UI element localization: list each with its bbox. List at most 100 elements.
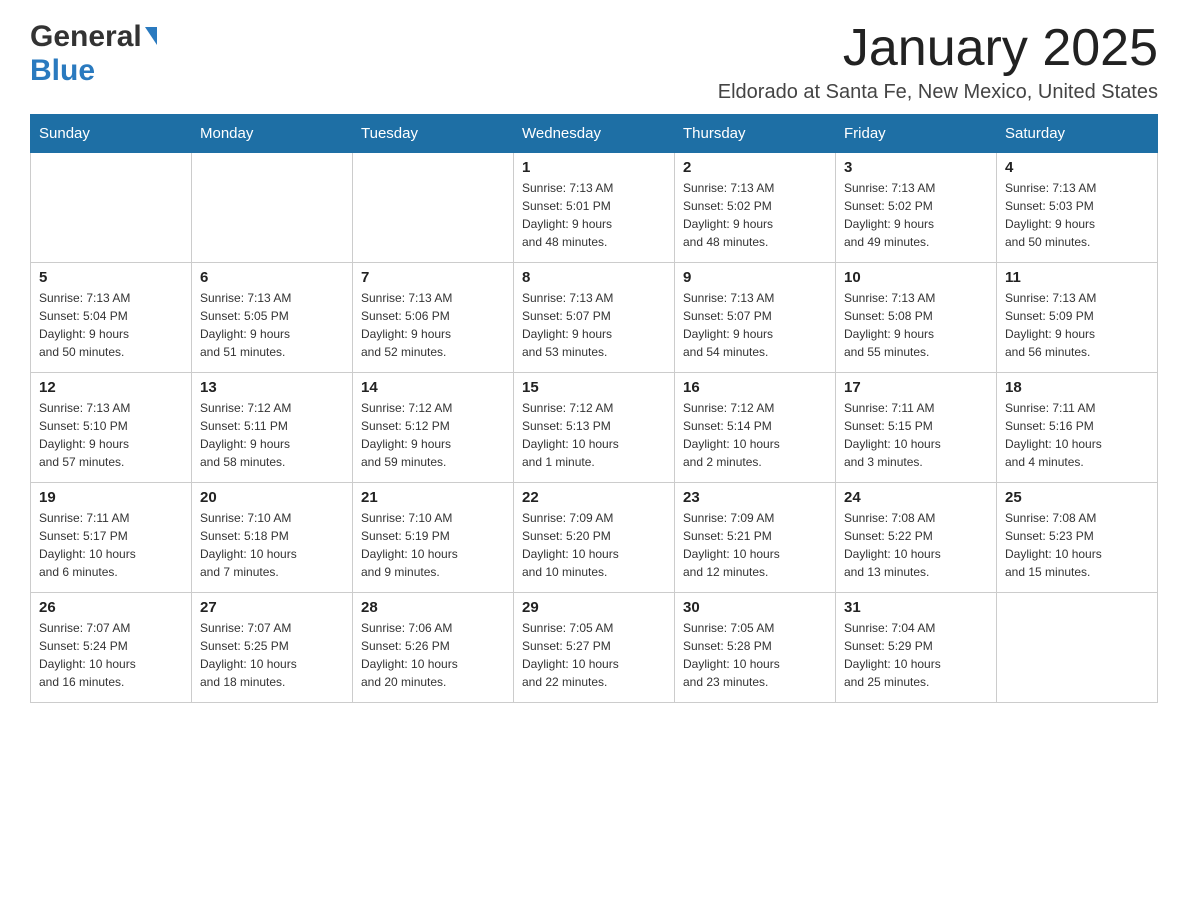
- day-number: 25: [1005, 489, 1149, 506]
- day-number: 29: [522, 599, 666, 616]
- day-info: Sunrise: 7:05 AM Sunset: 5:28 PM Dayligh…: [683, 619, 827, 691]
- day-info: Sunrise: 7:13 AM Sunset: 5:06 PM Dayligh…: [361, 289, 505, 361]
- day-number: 26: [39, 599, 183, 616]
- calendar-cell: 15 Sunrise: 7:12 AM Sunset: 5:13 PM Dayli…: [514, 373, 675, 483]
- day-number: 19: [39, 489, 183, 506]
- day-info: Sunrise: 7:04 AM Sunset: 5:29 PM Dayligh…: [844, 619, 988, 691]
- month-title: January 2025: [718, 20, 1158, 77]
- calendar-week-row: 5 Sunrise: 7:13 AM Sunset: 5:04 PM Daylig…: [31, 263, 1158, 373]
- calendar-cell: 8Sunrise: 7:13 AM Sunset: 5:07 PM Daylig…: [514, 263, 675, 373]
- day-info: Sunrise: 7:12 AM Sunset: 5:12 PM Dayligh…: [361, 399, 505, 471]
- day-info: Sunrise: 7:13 AM Sunset: 5:04 PM Dayligh…: [39, 289, 183, 361]
- calendar-cell: 12 Sunrise: 7:13 AM Sunset: 5:10 PM Dayli…: [31, 373, 192, 483]
- day-info: Sunrise: 7:12 AM Sunset: 5:11 PM Dayligh…: [200, 399, 344, 471]
- logo-blue: Blue: [30, 54, 95, 87]
- day-number: 17: [844, 379, 988, 396]
- day-number: 9: [683, 269, 827, 286]
- calendar-cell: 17 Sunrise: 7:11 AM Sunset: 5:15 PM Dayli…: [836, 373, 997, 483]
- calendar-cell: 23 Sunrise: 7:09 AM Sunset: 5:21 PM Dayli…: [675, 483, 836, 593]
- day-number: 20: [200, 489, 344, 506]
- day-number: 6: [200, 269, 344, 286]
- calendar-cell: 30 Sunrise: 7:05 AM Sunset: 5:28 PM Dayli…: [675, 593, 836, 703]
- calendar-cell: [31, 153, 192, 263]
- calendar-cell: 19 Sunrise: 7:11 AM Sunset: 5:17 PM Dayli…: [31, 483, 192, 593]
- calendar-cell: 5 Sunrise: 7:13 AM Sunset: 5:04 PM Daylig…: [31, 263, 192, 373]
- calendar-cell: 4 Sunrise: 7:13 AM Sunset: 5:03 PM Daylig…: [997, 153, 1158, 263]
- calendar-cell: 13 Sunrise: 7:12 AM Sunset: 5:11 PM Dayli…: [192, 373, 353, 483]
- page-header: General Blue January 2025 Eldorado at Sa…: [30, 20, 1158, 104]
- calendar-cell: 1 Sunrise: 7:13 AM Sunset: 5:01 PM Daylig…: [514, 153, 675, 263]
- day-number: 21: [361, 489, 505, 506]
- calendar-header-tuesday: Tuesday: [353, 115, 514, 153]
- day-number: 5: [39, 269, 183, 286]
- day-info: Sunrise: 7:11 AM Sunset: 5:17 PM Dayligh…: [39, 509, 183, 581]
- day-number: 22: [522, 489, 666, 506]
- calendar-week-row: 12 Sunrise: 7:13 AM Sunset: 5:10 PM Dayli…: [31, 373, 1158, 483]
- calendar-header-monday: Monday: [192, 115, 353, 153]
- logo-general: General: [30, 20, 142, 54]
- calendar-header-thursday: Thursday: [675, 115, 836, 153]
- calendar-cell: 22Sunrise: 7:09 AM Sunset: 5:20 PM Dayli…: [514, 483, 675, 593]
- calendar-cell: [192, 153, 353, 263]
- calendar-cell: 20Sunrise: 7:10 AM Sunset: 5:18 PM Dayli…: [192, 483, 353, 593]
- calendar-cell: 10 Sunrise: 7:13 AM Sunset: 5:08 PM Dayli…: [836, 263, 997, 373]
- day-number: 24: [844, 489, 988, 506]
- title-section: January 2025 Eldorado at Santa Fe, New M…: [718, 20, 1158, 104]
- day-info: Sunrise: 7:10 AM Sunset: 5:19 PM Dayligh…: [361, 509, 505, 581]
- day-number: 1: [522, 159, 666, 176]
- day-info: Sunrise: 7:13 AM Sunset: 5:02 PM Dayligh…: [844, 179, 988, 251]
- day-number: 31: [844, 599, 988, 616]
- day-info: Sunrise: 7:13 AM Sunset: 5:07 PM Dayligh…: [683, 289, 827, 361]
- day-info: Sunrise: 7:07 AM Sunset: 5:24 PM Dayligh…: [39, 619, 183, 691]
- day-number: 2: [683, 159, 827, 176]
- calendar-cell: 28Sunrise: 7:06 AM Sunset: 5:26 PM Dayli…: [353, 593, 514, 703]
- day-info: Sunrise: 7:13 AM Sunset: 5:08 PM Dayligh…: [844, 289, 988, 361]
- day-number: 4: [1005, 159, 1149, 176]
- day-number: 13: [200, 379, 344, 396]
- calendar-week-row: 1 Sunrise: 7:13 AM Sunset: 5:01 PM Daylig…: [31, 153, 1158, 263]
- day-info: Sunrise: 7:12 AM Sunset: 5:13 PM Dayligh…: [522, 399, 666, 471]
- calendar-cell: 26 Sunrise: 7:07 AM Sunset: 5:24 PM Dayli…: [31, 593, 192, 703]
- day-number: 27: [200, 599, 344, 616]
- day-number: 8: [522, 269, 666, 286]
- day-info: Sunrise: 7:11 AM Sunset: 5:16 PM Dayligh…: [1005, 399, 1149, 471]
- calendar-cell: 24 Sunrise: 7:08 AM Sunset: 5:22 PM Dayli…: [836, 483, 997, 593]
- day-info: Sunrise: 7:05 AM Sunset: 5:27 PM Dayligh…: [522, 619, 666, 691]
- calendar-cell: 16 Sunrise: 7:12 AM Sunset: 5:14 PM Dayli…: [675, 373, 836, 483]
- day-number: 18: [1005, 379, 1149, 396]
- calendar-cell: 29 Sunrise: 7:05 AM Sunset: 5:27 PM Dayli…: [514, 593, 675, 703]
- day-number: 16: [683, 379, 827, 396]
- calendar-week-row: 19 Sunrise: 7:11 AM Sunset: 5:17 PM Dayli…: [31, 483, 1158, 593]
- logo-triangle-icon: [145, 27, 157, 45]
- day-info: Sunrise: 7:13 AM Sunset: 5:10 PM Dayligh…: [39, 399, 183, 471]
- calendar-cell: [997, 593, 1158, 703]
- day-number: 15: [522, 379, 666, 396]
- day-info: Sunrise: 7:12 AM Sunset: 5:14 PM Dayligh…: [683, 399, 827, 471]
- day-info: Sunrise: 7:13 AM Sunset: 5:09 PM Dayligh…: [1005, 289, 1149, 361]
- day-info: Sunrise: 7:08 AM Sunset: 5:22 PM Dayligh…: [844, 509, 988, 581]
- day-number: 12: [39, 379, 183, 396]
- day-number: 28: [361, 599, 505, 616]
- calendar-header-saturday: Saturday: [997, 115, 1158, 153]
- day-info: Sunrise: 7:13 AM Sunset: 5:03 PM Dayligh…: [1005, 179, 1149, 251]
- calendar-cell: 11 Sunrise: 7:13 AM Sunset: 5:09 PM Dayli…: [997, 263, 1158, 373]
- day-info: Sunrise: 7:09 AM Sunset: 5:21 PM Dayligh…: [683, 509, 827, 581]
- day-number: 10: [844, 269, 988, 286]
- calendar-week-row: 26 Sunrise: 7:07 AM Sunset: 5:24 PM Dayli…: [31, 593, 1158, 703]
- calendar-header-friday: Friday: [836, 115, 997, 153]
- day-info: Sunrise: 7:13 AM Sunset: 5:01 PM Dayligh…: [522, 179, 666, 251]
- day-number: 3: [844, 159, 988, 176]
- day-number: 11: [1005, 269, 1149, 286]
- calendar-cell: 2 Sunrise: 7:13 AM Sunset: 5:02 PM Daylig…: [675, 153, 836, 263]
- calendar-cell: 3 Sunrise: 7:13 AM Sunset: 5:02 PM Daylig…: [836, 153, 997, 263]
- location-title: Eldorado at Santa Fe, New Mexico, United…: [718, 81, 1158, 104]
- calendar-cell: 9 Sunrise: 7:13 AM Sunset: 5:07 PM Daylig…: [675, 263, 836, 373]
- day-info: Sunrise: 7:13 AM Sunset: 5:02 PM Dayligh…: [683, 179, 827, 251]
- calendar-cell: 21 Sunrise: 7:10 AM Sunset: 5:19 PM Dayli…: [353, 483, 514, 593]
- calendar-table: SundayMondayTuesdayWednesdayThursdayFrid…: [30, 114, 1158, 703]
- day-info: Sunrise: 7:11 AM Sunset: 5:15 PM Dayligh…: [844, 399, 988, 471]
- day-info: Sunrise: 7:07 AM Sunset: 5:25 PM Dayligh…: [200, 619, 344, 691]
- day-number: 30: [683, 599, 827, 616]
- day-number: 23: [683, 489, 827, 506]
- logo: General Blue: [30, 20, 157, 88]
